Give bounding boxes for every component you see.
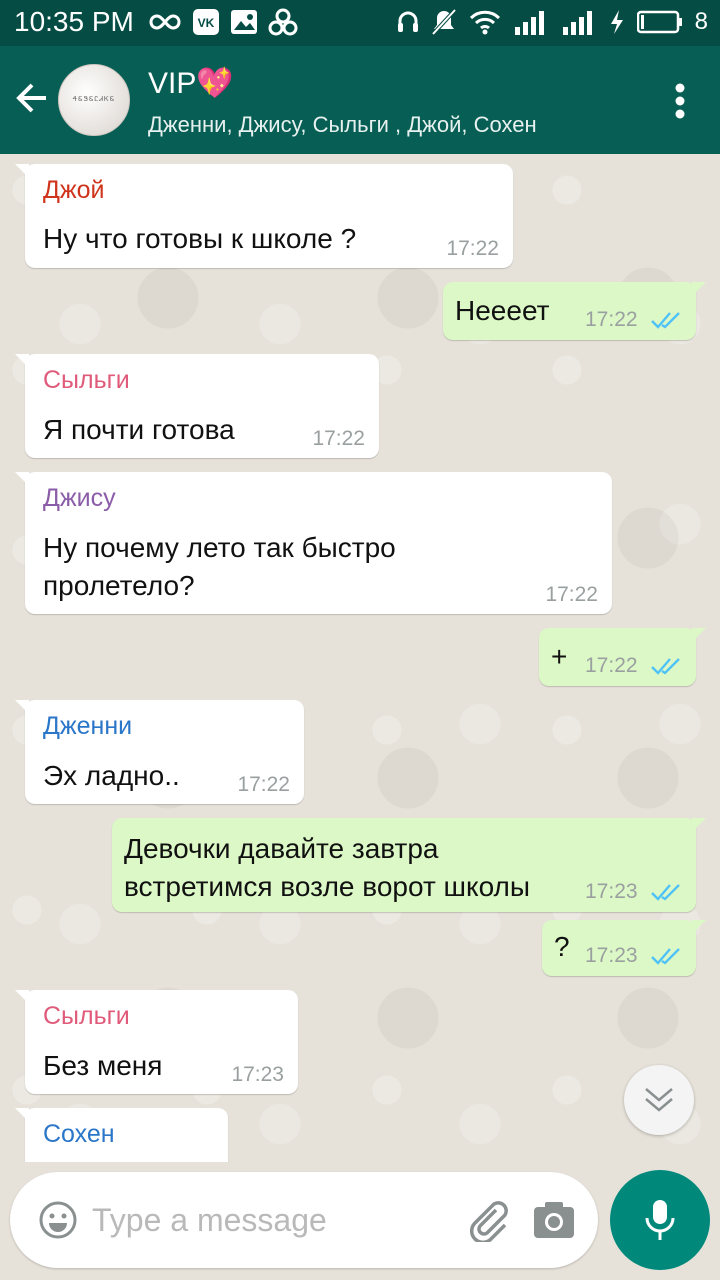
- double-check-icon: [651, 948, 680, 965]
- message-bubble[interactable]: Девочки давайте завтра встретимся возле …: [112, 818, 706, 912]
- image-icon: [231, 10, 257, 34]
- message-time: 17:22: [237, 773, 290, 796]
- notification-icons: VK: [148, 8, 298, 36]
- avatar-logo-text: ᏎᏋᏕᏋᏝᏗᏦᏋ: [72, 96, 116, 103]
- attach-icon[interactable]: [466, 1198, 510, 1242]
- wind-icon: [268, 8, 298, 36]
- message-bubble[interactable]: Сохен: [15, 1108, 228, 1162]
- vk-icon: VK: [193, 9, 219, 35]
- svg-text:VK: VK: [198, 16, 215, 30]
- chat-header: ᏎᏋᏕᏋᏝᏗᏦᏋ VIP💖 Дженни, Джису, Сыльги , Дж…: [0, 46, 720, 154]
- bubble-tail: [692, 818, 706, 832]
- message-bubble[interactable]: Дженни Эх ладно.. 17:22: [15, 700, 304, 804]
- mic-icon: [645, 1200, 675, 1240]
- message-sender[interactable]: Джой: [43, 176, 105, 205]
- message-bubble[interactable]: Неееет 17:22: [443, 282, 706, 340]
- message-bubble[interactable]: Сыльги Я почти готова 17:22: [15, 354, 379, 458]
- message-sender[interactable]: Сыльги: [43, 366, 130, 395]
- message-bubble[interactable]: Джису Ну почему лето так быстро пролетел…: [15, 472, 612, 614]
- double-check-icon: [651, 884, 680, 901]
- system-icons: 8: [397, 8, 708, 36]
- wifi-icon: [469, 10, 500, 35]
- signal-4g-icon: [562, 11, 592, 35]
- bubble-tail: [692, 628, 706, 642]
- message-text: Ну что готовы к школе ?: [43, 223, 357, 254]
- message-time: 17:22: [585, 308, 638, 331]
- message-input[interactable]: Type a message: [92, 1202, 327, 1239]
- message-sender[interactable]: Сохен: [43, 1120, 115, 1149]
- headphones-icon: [397, 11, 418, 32]
- message-time: 17:23: [585, 880, 638, 903]
- message-text: Я почти готова: [43, 414, 235, 445]
- message-time: 17:22: [585, 654, 638, 677]
- back-button[interactable]: [14, 80, 50, 121]
- battery-icon: [636, 10, 682, 34]
- message-time: 17:23: [585, 944, 638, 967]
- more-vert-icon: [675, 83, 685, 119]
- scroll-down-button[interactable]: [624, 1065, 694, 1135]
- chat-area[interactable]: Джой Ну что готовы к школе ? 17:22 Нееее…: [0, 154, 720, 1162]
- status-bar: 10:35 PM VK 8: [0, 0, 720, 46]
- bubble-tail: [15, 354, 29, 368]
- message-time: 17:22: [312, 427, 365, 450]
- infinity-icon: [149, 14, 181, 30]
- bubble-tail: [692, 920, 706, 934]
- message-bubble[interactable]: ? 17:23: [542, 920, 706, 976]
- arrow-left-icon: [16, 83, 46, 113]
- message-text: +: [551, 641, 568, 672]
- message-time: 17:22: [545, 583, 598, 606]
- signal-icon: [514, 11, 544, 35]
- bubble-tail: [15, 990, 29, 1004]
- emoji-icon[interactable]: [38, 1200, 78, 1240]
- bubble-tail: [15, 164, 29, 178]
- message-text: Эх ладно..: [43, 760, 180, 791]
- message-sender[interactable]: Дженни: [43, 712, 132, 741]
- double-check-icon: [651, 312, 680, 329]
- message-bubble[interactable]: + 17:22: [539, 628, 706, 686]
- message-sender[interactable]: Сыльги: [43, 1002, 130, 1031]
- status-time: 10:35 PM: [14, 6, 134, 37]
- message-bubble[interactable]: Джой Ну что готовы к школе ? 17:22: [15, 164, 513, 268]
- message-text: Неееет: [455, 295, 550, 326]
- message-text: Девочки давайте завтра встретимся возле …: [124, 833, 530, 902]
- message-time: 17:22: [446, 237, 499, 260]
- bubble-tail: [15, 1108, 29, 1122]
- chat-title[interactable]: VIP💖: [148, 66, 234, 101]
- mute-icon: [431, 8, 457, 36]
- group-avatar[interactable]: ᏎᏋᏕᏋᏝᏗᏦᏋ: [58, 64, 130, 136]
- chat-members: Дженни, Джису, Сыльги , Джой, Сохен: [148, 112, 537, 137]
- message-bubble[interactable]: Сыльги Без меня 17:23: [15, 990, 298, 1094]
- bubble-tail: [15, 472, 29, 486]
- voice-record-button[interactable]: [610, 1170, 710, 1270]
- message-text: ?: [554, 931, 570, 962]
- more-menu-button[interactable]: [674, 82, 686, 125]
- message-text: Ну почему лето так быстро пролетело?: [43, 532, 396, 601]
- double-check-icon: [651, 658, 680, 675]
- camera-icon[interactable]: [532, 1200, 576, 1240]
- battery-level: 8: [694, 8, 708, 35]
- message-composer[interactable]: Type a message: [10, 1172, 598, 1268]
- message-text: Без меня: [43, 1050, 163, 1081]
- bubble-tail: [692, 282, 706, 296]
- charging-icon: [610, 10, 623, 34]
- message-sender[interactable]: Джису: [43, 484, 116, 513]
- chevron-down-icon: [645, 1088, 673, 1112]
- message-time: 17:23: [231, 1063, 284, 1086]
- bubble-tail: [15, 700, 29, 714]
